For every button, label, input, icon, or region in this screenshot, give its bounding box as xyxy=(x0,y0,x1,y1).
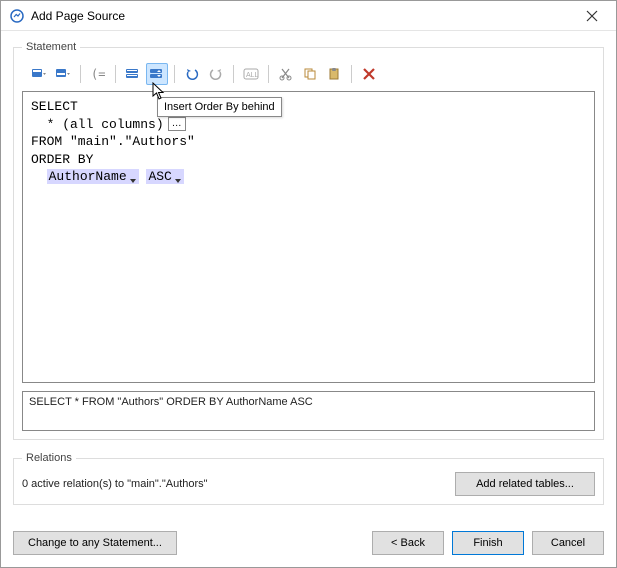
relations-legend: Relations xyxy=(22,452,76,464)
statement-group: Statement (=) xyxy=(13,41,604,440)
close-button[interactable] xyxy=(572,2,612,30)
change-statement-button[interactable]: Change to any Statement... xyxy=(13,531,177,555)
cancel-button[interactable]: Cancel xyxy=(532,531,604,555)
relations-text: 0 active relation(s) to "main"."Authors" xyxy=(22,478,447,490)
sql-output: SELECT * FROM "Authors" ORDER BY AuthorN… xyxy=(22,391,595,431)
sql-toolbar: (=) ALL xyxy=(22,61,595,91)
bracket-icon[interactable]: (=) xyxy=(87,63,109,85)
tooltip: Insert Order By behind xyxy=(157,97,282,117)
editor-line: ORDER BY xyxy=(31,151,586,169)
paste-icon[interactable] xyxy=(323,63,345,85)
editor-line: AuthorName ASC xyxy=(31,168,586,186)
insert-from-icon[interactable] xyxy=(52,63,74,85)
bottom-button-bar: Change to any Statement... < Back Finish… xyxy=(1,527,616,565)
copy-icon[interactable] xyxy=(299,63,321,85)
chevron-down-icon xyxy=(129,173,137,181)
orderby-direction-dropdown[interactable]: ASC xyxy=(146,169,183,184)
toolbar-separator xyxy=(351,65,352,83)
delete-icon[interactable] xyxy=(358,63,380,85)
chevron-down-icon xyxy=(174,173,182,181)
toolbar-separator xyxy=(80,65,81,83)
all-icon[interactable]: ALL xyxy=(240,63,262,85)
insert-groupby-icon[interactable] xyxy=(122,63,144,85)
cut-icon[interactable] xyxy=(275,63,297,85)
columns-ellipsis-button[interactable]: … xyxy=(168,117,186,131)
toolbar-separator xyxy=(268,65,269,83)
toolbar-separator xyxy=(233,65,234,83)
insert-select-icon[interactable] xyxy=(28,63,50,85)
insert-orderby-icon[interactable] xyxy=(146,63,168,85)
statement-legend: Statement xyxy=(22,41,80,53)
back-button[interactable]: < Back xyxy=(372,531,444,555)
relations-group: Relations 0 active relation(s) to "main"… xyxy=(13,452,604,505)
finish-button[interactable]: Finish xyxy=(452,531,524,555)
svg-text:ALL: ALL xyxy=(246,72,259,79)
svg-text:(=): (=) xyxy=(91,67,106,81)
titlebar: Add Page Source xyxy=(1,1,616,31)
toolbar-separator xyxy=(115,65,116,83)
undo-icon[interactable] xyxy=(181,63,203,85)
add-related-tables-button[interactable]: Add related tables... xyxy=(455,472,595,496)
orderby-field-dropdown[interactable]: AuthorName xyxy=(47,169,139,184)
editor-line: FROM "main"."Authors" xyxy=(31,133,586,151)
app-icon xyxy=(9,8,25,24)
toolbar-separator xyxy=(174,65,175,83)
editor-line: * (all columns)… xyxy=(31,116,586,134)
sql-editor[interactable]: SELECT * (all columns)… FROM "main"."Aut… xyxy=(22,91,595,383)
window-title: Add Page Source xyxy=(31,9,572,23)
redo-icon[interactable] xyxy=(205,63,227,85)
editor-line: SELECT xyxy=(31,98,586,116)
